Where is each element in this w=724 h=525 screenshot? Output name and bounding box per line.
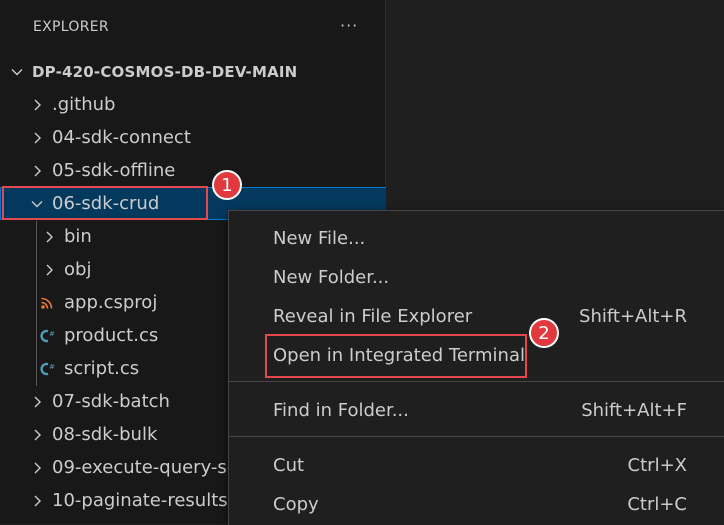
menu-item-shortcut: Shift+Alt+F <box>581 399 687 421</box>
workspace-root-label: DP-420-COSMOS-DB-DEV-MAIN <box>32 62 298 81</box>
menu-item-label: Copy <box>273 493 319 515</box>
chevron-down-icon <box>6 61 28 83</box>
menu-item-cut[interactable]: Cut Ctrl+X <box>229 448 724 482</box>
chevron-right-icon <box>26 424 48 446</box>
chevron-right-icon <box>26 490 48 512</box>
tree-item-label: 08-sdk-bulk <box>52 424 158 445</box>
tree-item-label: app.csproj <box>64 292 158 313</box>
tree-item-label: 07-sdk-batch <box>52 391 170 412</box>
menu-item-new-folder[interactable]: New Folder... <box>229 260 724 294</box>
chevron-right-icon <box>26 391 48 413</box>
chevron-right-icon <box>26 127 48 149</box>
tree-item-label: 04-sdk-connect <box>52 127 191 148</box>
menu-item-new-file[interactable]: New File... <box>229 221 724 255</box>
callout-highlight-box <box>2 186 208 220</box>
chevron-right-icon <box>38 259 60 281</box>
menu-item-label: New File... <box>273 227 366 249</box>
callout-highlight-box <box>265 334 527 378</box>
menu-item-copy[interactable]: Copy Ctrl+C <box>229 487 724 521</box>
tree-item-github[interactable]: .github <box>0 88 411 121</box>
tree-item-04-sdk-connect[interactable]: 04-sdk-connect <box>0 121 411 154</box>
menu-item-label: Reveal in File Explorer <box>273 305 473 327</box>
menu-separator <box>229 381 724 382</box>
tree-item-label: obj <box>64 259 92 280</box>
menu-separator <box>229 436 724 437</box>
menu-item-shortcut: Ctrl+X <box>627 454 687 476</box>
tree-item-label: 05-sdk-offline <box>52 160 176 181</box>
svg-text:#: # <box>49 330 55 338</box>
explorer-title: EXPLORER <box>33 19 109 35</box>
callout-badge: 1 <box>212 170 242 200</box>
more-actions-icon[interactable]: ··· <box>340 16 358 35</box>
csharp-file-icon: # <box>38 358 56 380</box>
svg-text:#: # <box>49 363 55 371</box>
tree-item-label: 10-paginate-results- <box>52 490 235 511</box>
menu-item-shortcut: Ctrl+C <box>627 493 687 515</box>
menu-item-label: Cut <box>273 454 305 476</box>
tree-item-label: bin <box>64 226 92 247</box>
tree-item-label: script.cs <box>64 358 140 379</box>
menu-item-reveal-in-file-explorer[interactable]: Reveal in File Explorer Shift+Alt+R <box>229 299 724 333</box>
chevron-right-icon <box>26 160 48 182</box>
workspace-root[interactable]: DP-420-COSMOS-DB-DEV-MAIN <box>0 55 391 88</box>
menu-item-shortcut: Shift+Alt+R <box>579 305 687 327</box>
tree-item-label: .github <box>52 94 116 115</box>
chevron-right-icon <box>38 226 60 248</box>
chevron-right-icon <box>26 94 48 116</box>
tree-item-05-sdk-offline[interactable]: 05-sdk-offline <box>0 154 411 187</box>
callout-badge: 2 <box>529 318 559 348</box>
chevron-right-icon <box>26 457 48 479</box>
tree-item-label: 09-execute-query-sc <box>52 457 237 478</box>
tree-item-label: product.cs <box>64 325 159 346</box>
menu-item-label: Find in Folder... <box>273 399 409 421</box>
menu-item-find-in-folder[interactable]: Find in Folder... Shift+Alt+F <box>229 393 724 427</box>
csharp-file-icon: # <box>38 325 56 347</box>
menu-item-label: New Folder... <box>273 266 390 288</box>
rss-file-icon <box>38 292 56 314</box>
